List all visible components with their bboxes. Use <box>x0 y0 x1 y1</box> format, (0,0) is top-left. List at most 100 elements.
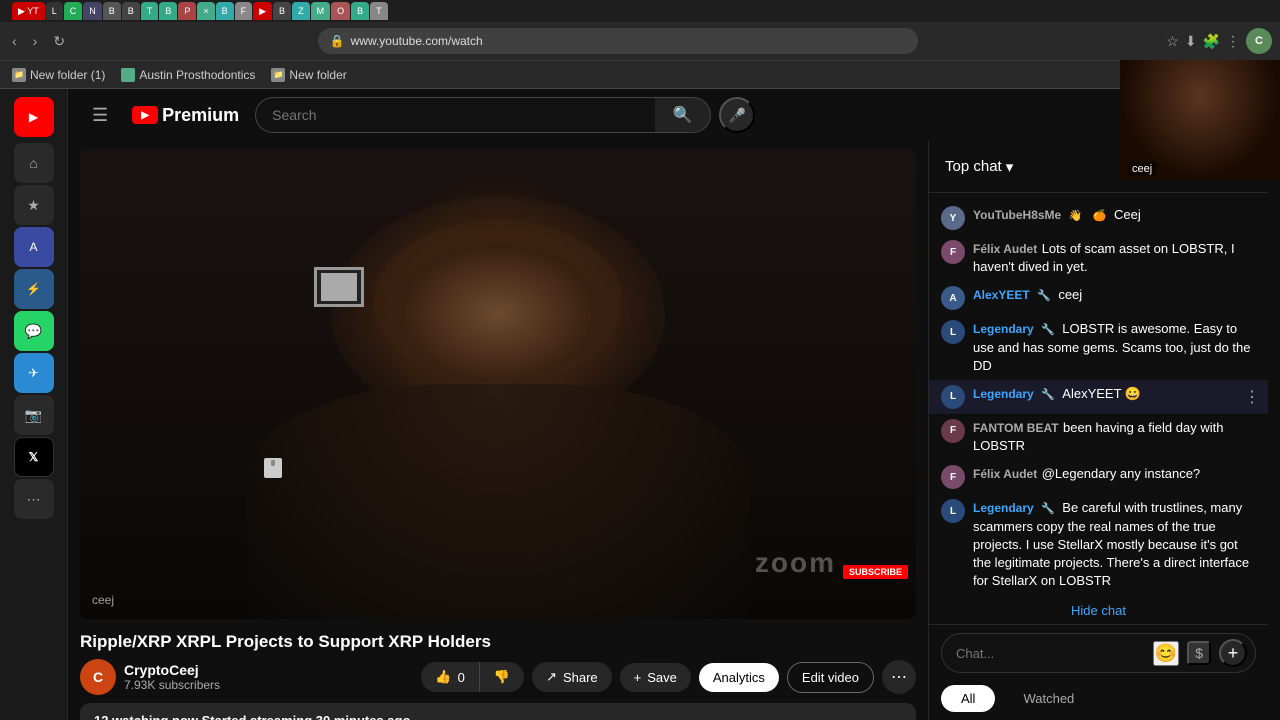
yt-logo: Premium <box>132 105 239 126</box>
tab-all[interactable]: All <box>941 685 995 712</box>
browser-tab[interactable]: B <box>216 2 234 20</box>
chat-text: Ceej <box>1114 207 1141 222</box>
menu-btn[interactable]: ⋮ <box>1226 33 1240 50</box>
app-sidebar: ▶ ⌂ ★ A ⚡ 💬 ✈ 📷 𝕏 ⋯ <box>0 89 68 720</box>
video-player[interactable]: zoom SUBSCRIBE ceej <box>80 149 916 619</box>
dislike-button[interactable]: 👎 <box>480 662 524 692</box>
super-chat-button[interactable]: $ <box>1187 641 1211 665</box>
browser-tab[interactable]: M <box>311 2 331 20</box>
chat-input-row: 😊 $ + <box>941 633 1256 673</box>
browser-tab[interactable]: B <box>351 2 369 20</box>
browser-tab[interactable]: B <box>273 2 291 20</box>
extensions-btn[interactable]: 🧩 <box>1203 33 1220 50</box>
message-options-btn[interactable]: ⋮ <box>1244 387 1260 407</box>
browser-profile[interactable]: C <box>1246 28 1272 54</box>
browser-tab[interactable]: B <box>103 2 121 20</box>
chat-message: Y YouTubeH8sMe 👋 🍊 Ceej <box>929 201 1268 235</box>
mic-button[interactable]: 🎤 <box>719 97 755 133</box>
app-icon-instagram[interactable]: 📷 <box>14 395 54 435</box>
chat-badge: 👋 <box>1069 210 1083 222</box>
bookmark-icon <box>121 68 135 82</box>
thumb-up-icon: 👍 <box>435 669 451 685</box>
chat-content: YouTubeH8sMe 👋 🍊 Ceej <box>973 206 1256 230</box>
chat-badge: 🔧 <box>1041 324 1055 336</box>
url-text: www.youtube.com/watch <box>351 34 483 48</box>
chat-text: AlexYEET 😀 <box>1062 386 1141 401</box>
browser-tab[interactable]: ▶ <box>253 2 272 20</box>
browser-chrome: ▶ YT L C N B B T B P × B F ▶ B Z M O B T… <box>0 0 1280 89</box>
subscribe-overlay[interactable]: SUBSCRIBE <box>843 565 908 579</box>
browser-tab[interactable]: P <box>178 2 196 20</box>
browser-tab[interactable]: B <box>159 2 177 20</box>
bookmark-label: New folder (1) <box>30 68 105 82</box>
chat-avatar: L <box>941 320 965 344</box>
search-button[interactable]: 🔍 <box>655 97 711 133</box>
bookmark-new-folder[interactable]: 📁 New folder (1) <box>12 68 105 82</box>
bookmark-new-folder-2[interactable]: 📁 New folder <box>271 68 346 82</box>
tab-watched[interactable]: Watched <box>1003 685 1094 712</box>
hamburger-menu[interactable]: ☰ <box>84 97 116 134</box>
chat-message-highlighted: L Legendary 🔧 AlexYEET 😀 ⋮ <box>929 380 1268 414</box>
browser-tab[interactable]: C <box>64 2 83 20</box>
pip-name-label: ceej <box>1128 162 1156 176</box>
chat-author-blue: Legendary <box>973 501 1034 515</box>
browser-tab[interactable]: F <box>235 2 253 20</box>
app-icon-3[interactable]: ★ <box>14 185 54 225</box>
browser-tab[interactable]: Z <box>292 2 310 20</box>
app-icon-twitter[interactable]: 𝕏 <box>14 437 54 477</box>
refresh-button[interactable]: ↻ <box>49 31 69 52</box>
browser-tab[interactable]: ▶ YT <box>12 2 45 20</box>
bookmark-label: Austin Prosthodontics <box>139 68 255 82</box>
emoji-button[interactable]: 😊 <box>1153 641 1179 666</box>
chat-author-blue: Legendary <box>973 322 1034 336</box>
browser-tab[interactable]: N <box>83 2 102 20</box>
browser-tab[interactable]: B <box>122 2 140 20</box>
more-options-button[interactable]: ⋯ <box>882 660 916 694</box>
channel-watermark: ceej <box>92 593 114 607</box>
app-icon-telegram[interactable]: ✈ <box>14 353 54 393</box>
bookmarks-bar: 📁 New folder (1) Austin Prosthodontics 📁… <box>0 60 1280 88</box>
channel-avatar[interactable]: C <box>80 659 116 695</box>
bookmark-austin[interactable]: Austin Prosthodontics <box>121 68 255 82</box>
like-button[interactable]: 👍 0 <box>421 662 479 692</box>
share-button[interactable]: ↗ Share <box>532 662 612 692</box>
analytics-button[interactable]: Analytics <box>699 663 779 692</box>
chat-input[interactable] <box>956 646 1145 661</box>
address-bar[interactable]: 🔒 www.youtube.com/watch <box>318 28 918 54</box>
forward-button[interactable]: › <box>29 31 42 51</box>
app-icon-2[interactable]: ⌂ <box>14 143 54 183</box>
app-icon-youtube[interactable]: ▶ <box>14 97 54 137</box>
chat-content: Legendary 🔧 LOBSTR is awesome. Easy to u… <box>973 320 1256 375</box>
pip-window: ceej <box>1120 60 1280 180</box>
edit-video-button[interactable]: Edit video <box>787 662 874 693</box>
video-title: Ripple/XRP XRPL Projects to Support XRP … <box>80 631 916 653</box>
chat-content: FANTOM BEAT been having a field day with… <box>973 419 1256 455</box>
chat-plus-button[interactable]: + <box>1219 639 1247 667</box>
chat-badge: 🔧 <box>1041 389 1055 401</box>
chat-avatar: A <box>941 286 965 310</box>
app-icon-5[interactable]: ⚡ <box>14 269 54 309</box>
app-icon-whatsapp[interactable]: 💬 <box>14 311 54 351</box>
channel-name[interactable]: CryptoCeej <box>124 662 413 678</box>
chat-author-blue: Legendary <box>973 387 1034 401</box>
browser-tab[interactable]: L <box>46 2 63 20</box>
top-chat-dropdown[interactable]: Top chat ▾ <box>945 158 1013 176</box>
app-icon-other[interactable]: ⋯ <box>14 479 54 519</box>
browser-tab[interactable]: T <box>141 2 159 20</box>
browser-tab[interactable]: T <box>370 2 388 20</box>
share-icon: ↗ <box>546 669 557 685</box>
download-btn[interactable]: ⬇ <box>1185 33 1197 50</box>
like-count: 0 <box>458 670 465 685</box>
search-input[interactable] <box>255 97 655 133</box>
hide-chat-button[interactable]: Hide chat <box>929 597 1268 624</box>
back-button[interactable]: ‹ <box>8 31 21 51</box>
video-main: zoom SUBSCRIBE ceej Ripple/XRP XRPL Proj… <box>68 141 928 720</box>
browser-tab[interactable]: O <box>331 2 350 20</box>
person-body <box>247 384 749 619</box>
browser-tab[interactable]: × <box>197 2 214 20</box>
app-icon-4[interactable]: A <box>14 227 54 267</box>
bookmark-star[interactable]: ☆ <box>1166 33 1179 50</box>
chat-message: F Félix Audet Lots of scam asset on LOBS… <box>929 235 1268 281</box>
save-button[interactable]: + Save <box>620 663 691 692</box>
video-description: 12 watching now Started streaming 30 min… <box>80 703 916 720</box>
